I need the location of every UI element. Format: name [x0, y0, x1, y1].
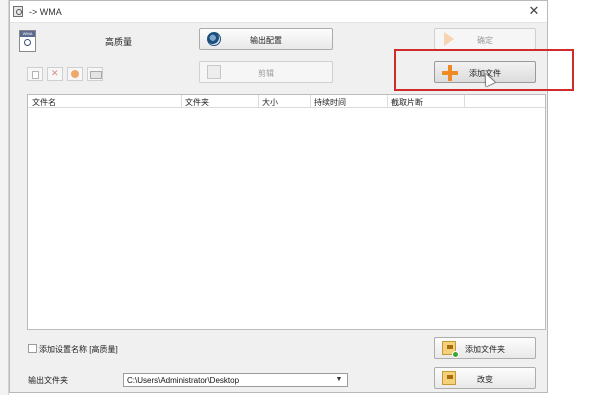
wma-format-icon: WMA [19, 30, 36, 52]
add-item-icon[interactable] [27, 67, 43, 81]
wma-icon-label: WMA [20, 31, 35, 37]
output-config-label: 输出配置 [250, 36, 282, 45]
output-path-dropdown[interactable]: C:\Users\Administrator\Desktop ▼ [123, 373, 348, 387]
add-folder-button[interactable]: 添加文件夹 [434, 337, 536, 359]
column-header-filename[interactable]: 文件名 [32, 97, 56, 108]
change-folder-label: 改变 [477, 375, 493, 384]
output-config-button[interactable]: 输出配置 [199, 28, 333, 50]
chevron-down-icon[interactable]: ▼ [333, 375, 345, 385]
column-header-clip[interactable]: 截取片断 [391, 97, 423, 108]
column-header-folder[interactable]: 文件夹 [185, 97, 209, 108]
output-folder-label: 输出文件夹 [28, 376, 68, 385]
background-window-edge [0, 0, 9, 395]
column-divider[interactable] [310, 95, 311, 108]
edit-clip-button[interactable]: 剪辑 [199, 61, 333, 83]
add-preset-name-checkbox[interactable] [28, 344, 37, 353]
app-icon [13, 6, 23, 17]
remove-item-icon[interactable] [47, 67, 63, 81]
title-bar: -> WMA ✕ [10, 1, 547, 23]
play-icon[interactable] [67, 67, 83, 81]
add-folder-label: 添加文件夹 [465, 345, 505, 354]
edit-clip-label: 剪辑 [258, 69, 274, 78]
table-header: 文件名 文件夹 大小 持续时间 截取片断 [28, 95, 545, 108]
column-header-size[interactable]: 大小 [262, 97, 278, 108]
column-divider[interactable] [464, 95, 465, 108]
audio-wave-icon [24, 39, 31, 46]
close-button[interactable]: ✕ [527, 4, 541, 18]
file-list-table[interactable]: 文件名 文件夹 大小 持续时间 截取片断 [27, 94, 546, 330]
column-divider[interactable] [181, 95, 182, 108]
window-title: -> WMA [29, 7, 62, 17]
column-divider[interactable] [387, 95, 388, 108]
ok-label: 确定 [477, 36, 493, 45]
column-header-duration[interactable]: 持续时间 [314, 97, 346, 108]
quality-preset-label: 高质量 [105, 37, 133, 47]
output-path-value: C:\Users\Administrator\Desktop [127, 376, 240, 385]
ok-button[interactable]: 确定 [434, 28, 536, 50]
add-preset-name-label[interactable]: 添加设置名称 [高质量] [39, 344, 118, 355]
change-folder-button[interactable]: 改变 [434, 367, 536, 389]
column-divider[interactable] [258, 95, 259, 108]
media-info-icon[interactable] [87, 67, 103, 81]
annotation-highlight-box [394, 49, 574, 91]
